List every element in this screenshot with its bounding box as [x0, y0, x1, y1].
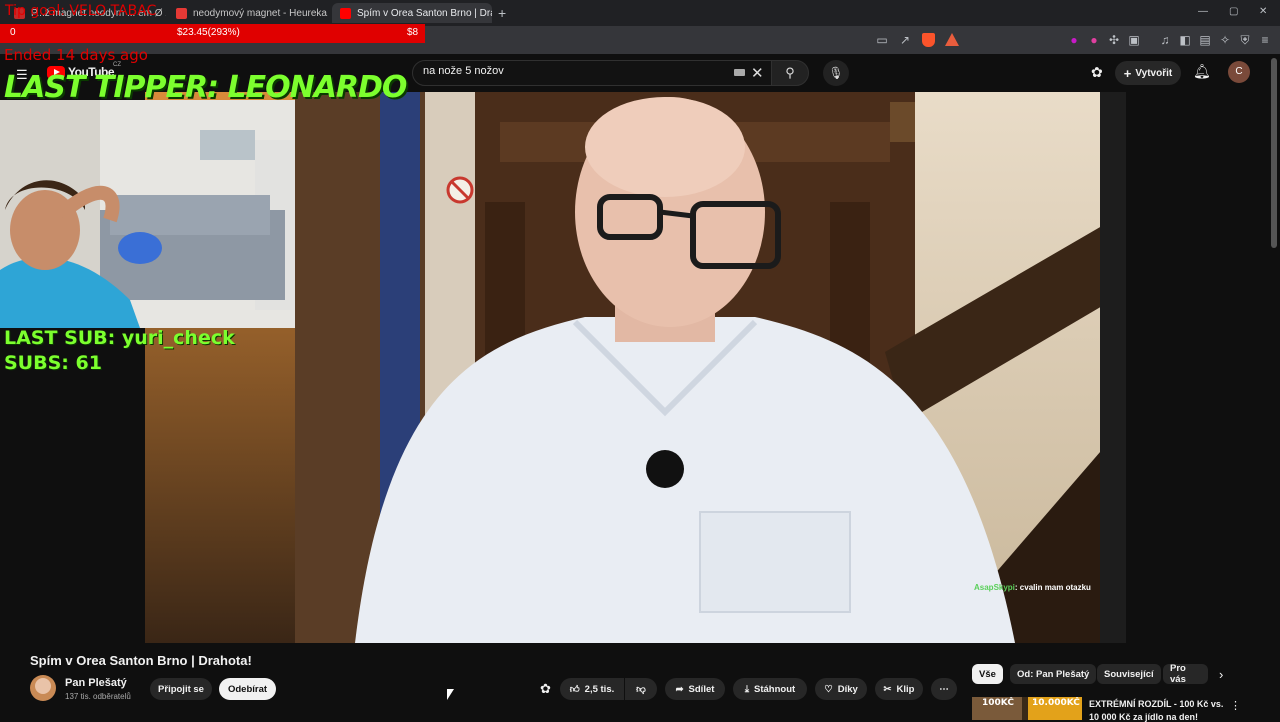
tip-goal-ended: Ended 14 days ago: [4, 46, 148, 64]
voice-search-button[interactable]: 🎙: [823, 60, 849, 86]
subscriber-count: 137 tis. odběratelů: [65, 692, 131, 701]
cast-icon[interactable]: ▭: [875, 33, 889, 47]
chip-all[interactable]: Vše: [972, 664, 1003, 684]
account-avatar[interactable]: C: [1228, 61, 1250, 83]
share-icon[interactable]: ↗: [898, 33, 912, 47]
puzzle-icon[interactable]: ✣: [1107, 33, 1121, 47]
create-label: Vytvořit: [1135, 67, 1173, 79]
notifications-bell-icon[interactable]: 🔔︎: [1193, 63, 1211, 80]
maximize-button[interactable]: ▢: [1229, 6, 1238, 17]
download-label: Stáhnout: [754, 683, 796, 695]
extension-icon[interactable]: ●: [1087, 33, 1101, 47]
tab-youtube-video[interactable]: Spím v Orea Santon Brno | Drahota! ✕: [332, 3, 492, 23]
menu-icon[interactable]: ≡: [1258, 33, 1272, 47]
dislike-button[interactable]: 👎︎: [625, 678, 657, 700]
close-window-button[interactable]: ✕: [1259, 6, 1267, 17]
mouse-cursor-icon: [447, 689, 454, 700]
scissors-icon: ✂: [883, 683, 892, 695]
chip-related[interactable]: Související: [1097, 664, 1161, 684]
subscribe-button[interactable]: Odebírat: [219, 678, 276, 700]
screenshot-icon[interactable]: ▣: [1127, 33, 1141, 47]
last-tipper-label: LAST TIPPER: LEONARDO: [4, 70, 407, 105]
ai-sparkle-icon[interactable]: ✿: [540, 681, 551, 697]
tab-label: Spím v Orea Santon Brno | Drahota!: [357, 7, 492, 19]
tab-label: neodymový magnet - Heureka.cz: [193, 7, 328, 19]
extension-icon[interactable]: ●: [1067, 33, 1081, 47]
new-tab-button[interactable]: +: [498, 5, 506, 21]
more-actions-button[interactable]: ⋯: [931, 678, 957, 700]
minimize-button[interactable]: —: [1198, 6, 1208, 17]
like-button[interactable]: 👍︎ 2,5 tis.: [560, 678, 624, 700]
search-query: na nože 5 nožov: [423, 65, 504, 77]
thumbnail-text: 100KČ: [982, 698, 1014, 708]
webcam-overlay: [0, 100, 295, 328]
sparkle-icon[interactable]: ✿: [1091, 64, 1103, 81]
tip-goal-amount: $23.45(293%): [177, 27, 240, 38]
chat-text: : cvalin mam otazku: [1014, 583, 1091, 592]
chevron-right-icon[interactable]: ›: [1219, 667, 1223, 682]
brave-shield-icon[interactable]: [922, 33, 935, 47]
vpn-icon[interactable]: ⛨: [1238, 33, 1252, 47]
thanks-button[interactable]: ♡ Díky: [815, 678, 867, 700]
channel-name[interactable]: Pan Plešatý: [65, 677, 127, 689]
heureka-favicon-icon: [176, 7, 187, 19]
subs-count-label: SUBS: 61: [4, 352, 102, 374]
tip-goal-title: Tip goal: VELO TABAC: [5, 3, 157, 19]
create-button[interactable]: + Vytvořit: [1115, 61, 1181, 85]
chip-from-channel[interactable]: Od: Pan Plešatý: [1010, 664, 1097, 684]
more-vert-icon[interactable]: ⋮: [1230, 699, 1241, 712]
search-button[interactable]: ⚲: [771, 60, 809, 86]
webcam-frame: [0, 100, 295, 328]
tip-goal-target: $8: [407, 27, 419, 38]
clip-button[interactable]: ✂ Klip: [875, 678, 923, 700]
youtube-favicon-icon: [340, 7, 351, 19]
plus-icon: +: [1123, 65, 1132, 81]
download-button[interactable]: ⤓ Stáhnout: [733, 678, 807, 700]
tab-heureka[interactable]: neodymový magnet - Heureka.cz ✕: [168, 3, 328, 23]
keyboard-icon[interactable]: [734, 69, 745, 76]
sidebar-icon[interactable]: ◧: [1178, 33, 1192, 47]
channel-avatar[interactable]: [30, 675, 56, 701]
thanks-label: Díky: [837, 683, 858, 695]
tip-goal-current: 0: [10, 27, 16, 38]
page-scrollbar[interactable]: [1271, 58, 1277, 248]
recommendation-title-line2[interactable]: 10 000 Kč za jídlo na den!: [1089, 712, 1198, 722]
chat-overlay-message: AsapSkypi: cvalin mam otazku: [974, 583, 1091, 592]
share-button[interactable]: ➦ Sdílet: [665, 678, 725, 700]
chat-username: AsapSkypi: [974, 583, 1015, 592]
video-title: Spím v Orea Santon Brno | Drahota!: [30, 653, 252, 668]
leo-ai-icon[interactable]: ✧: [1218, 33, 1232, 47]
share-arrow-icon: ➦: [675, 683, 684, 695]
brave-rewards-icon[interactable]: [945, 33, 959, 46]
clear-search-icon[interactable]: ✕: [751, 64, 764, 82]
last-sub-label: LAST SUB: yuri_check: [4, 327, 235, 349]
thumbnail-text: 10.000KČ: [1032, 698, 1080, 708]
clip-label: Klip: [896, 683, 915, 695]
thumbs-down-icon: 👎︎: [636, 684, 646, 695]
search-icon: ⚲: [785, 65, 795, 80]
thumbs-up-icon: 👍︎: [569, 684, 580, 695]
chip-for-you[interactable]: Pro vás: [1163, 664, 1208, 684]
microphone-icon: 🎙: [828, 66, 844, 80]
like-count: 2,5 tis.: [584, 683, 615, 695]
download-icon: ⤓: [744, 683, 750, 695]
join-button[interactable]: Připojit se: [150, 678, 212, 700]
search-input[interactable]: na nože 5 nožov: [412, 60, 772, 86]
recommendation-title[interactable]: EXTRÉMNÍ ROZDÍL - 100 Kč vs.: [1089, 699, 1223, 709]
share-label: Sdílet: [688, 683, 715, 695]
recommendation-thumbnail[interactable]: 100KČ 10.000KČ: [972, 697, 1082, 720]
wallet-icon[interactable]: ▤: [1198, 33, 1212, 47]
media-icon[interactable]: ♫: [1158, 33, 1172, 47]
thanks-heart-icon: ♡: [824, 683, 833, 695]
